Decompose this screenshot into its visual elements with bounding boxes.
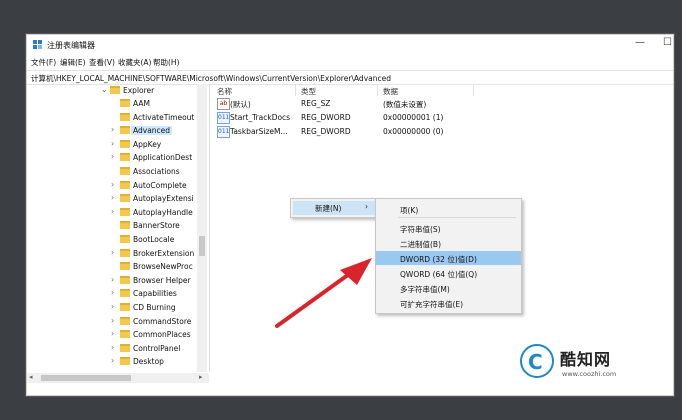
watermark: C 酷知网 www.coozhi.com	[520, 342, 660, 386]
watermark-name: 酷知网	[560, 350, 612, 369]
watermark-url: www.coozhi.com	[562, 370, 617, 378]
coozhi-logo-icon: C	[520, 344, 554, 378]
